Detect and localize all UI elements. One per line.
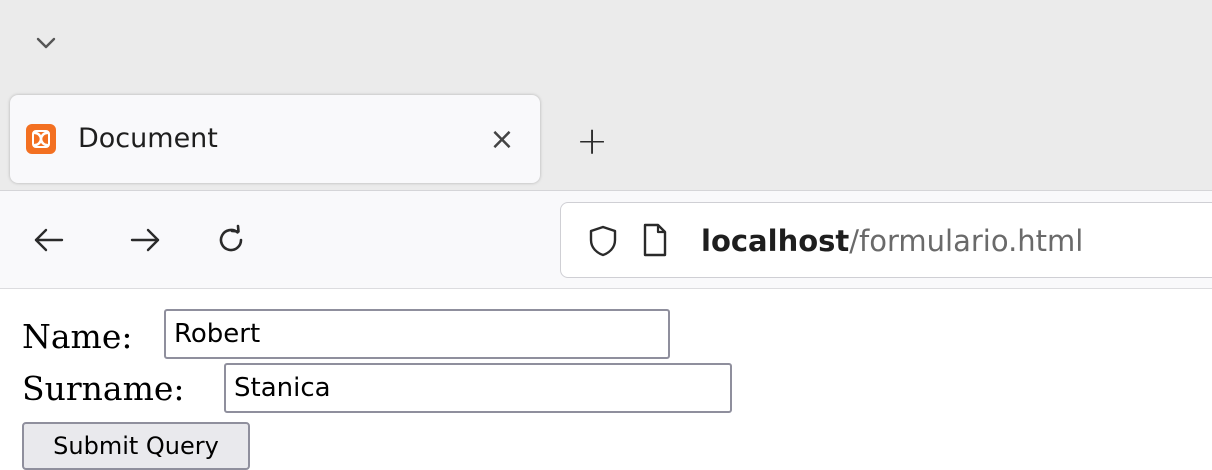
reload-button[interactable] bbox=[206, 213, 256, 267]
arrow-left-icon bbox=[34, 228, 64, 252]
xampp-icon bbox=[26, 124, 56, 154]
shield-icon[interactable] bbox=[587, 224, 619, 258]
url-text[interactable]: localhost/formulario.html bbox=[701, 221, 1083, 261]
chevron-down-icon bbox=[36, 37, 56, 49]
back-button[interactable] bbox=[24, 213, 74, 267]
page-content: Name: Surname: Submit Query bbox=[0, 289, 1212, 470]
plus-icon: + bbox=[576, 119, 608, 163]
url-host: localhost bbox=[701, 224, 850, 258]
name-label: Name: bbox=[22, 317, 133, 356]
reload-icon bbox=[219, 224, 243, 252]
name-input[interactable] bbox=[164, 309, 670, 359]
url-path: /formulario.html bbox=[849, 224, 1084, 258]
close-icon: × bbox=[489, 121, 515, 157]
close-tab-button[interactable]: × bbox=[484, 121, 520, 157]
page-info-icon[interactable] bbox=[641, 222, 669, 258]
navigation-toolbar: localhost/formulario.html bbox=[0, 190, 1212, 289]
tab-title: Document bbox=[78, 123, 218, 154]
address-bar[interactable]: localhost/formulario.html bbox=[560, 202, 1212, 278]
new-tab-button[interactable]: + bbox=[570, 119, 614, 163]
forward-button[interactable] bbox=[120, 213, 170, 267]
surname-input[interactable] bbox=[224, 363, 732, 413]
surname-label: Surname: bbox=[22, 369, 185, 408]
arrow-right-icon bbox=[130, 228, 160, 252]
list-all-tabs-button[interactable] bbox=[26, 26, 66, 60]
browser-titlebar: Document × + bbox=[0, 0, 1212, 190]
submit-query-button[interactable]: Submit Query bbox=[22, 422, 250, 470]
browser-tab[interactable]: Document × bbox=[10, 95, 540, 183]
